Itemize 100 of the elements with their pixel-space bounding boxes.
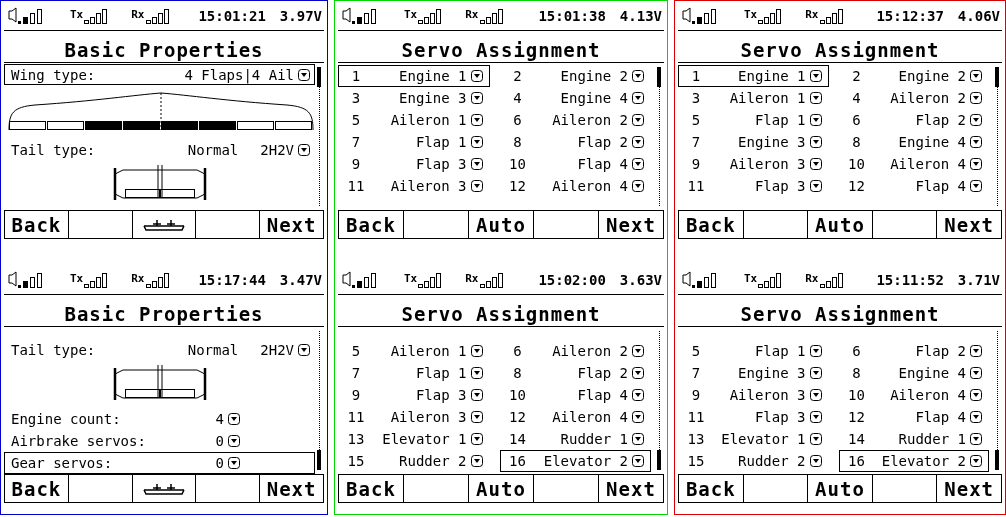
servo-slot[interactable]: 3 Engine 3 (338, 87, 490, 109)
servo-slot[interactable]: 15 Rudder 2 (678, 450, 829, 472)
servo-slot[interactable]: 10 Aileron 4 (838, 384, 989, 406)
dropdown-icon[interactable] (970, 136, 982, 148)
servo-slot[interactable]: 9 Flap 3 (338, 153, 490, 175)
servo-slot[interactable]: 9 Aileron 3 (678, 384, 829, 406)
setting-row[interactable]: Engine count: 4 (4, 408, 315, 430)
dropdown-icon[interactable] (632, 345, 644, 357)
servo-slot[interactable]: 2 Engine 2 (499, 65, 651, 87)
dropdown-icon[interactable] (632, 92, 644, 104)
servo-slot[interactable]: 1 Engine 1 (678, 65, 829, 87)
dropdown-icon[interactable] (470, 411, 483, 423)
dropdown-icon[interactable] (470, 367, 483, 379)
dropdown-icon[interactable] (632, 70, 644, 82)
dropdown-icon[interactable] (970, 455, 982, 467)
servo-slot[interactable]: 7 Engine 3 (678, 362, 829, 384)
servo-slot[interactable]: 8 Engine 4 (838, 131, 989, 153)
setting-row[interactable]: Tail type: Normal 2H2V (4, 139, 315, 160)
dropdown-icon[interactable] (970, 433, 982, 445)
dropdown-icon[interactable] (632, 455, 644, 467)
servo-slot[interactable]: 13 Elevator 1 (338, 428, 490, 450)
servo-slot[interactable]: 14 Rudder 1 (499, 428, 651, 450)
servo-slot[interactable]: 16 Elevator 2 (838, 450, 989, 472)
dropdown-icon[interactable] (470, 345, 483, 357)
dropdown-icon[interactable] (970, 114, 982, 126)
dropdown-icon[interactable] (470, 70, 483, 82)
servo-slot[interactable]: 7 Engine 3 (678, 131, 829, 153)
dropdown-icon[interactable] (970, 158, 982, 170)
dropdown-icon[interactable] (470, 433, 483, 445)
dropdown-icon[interactable] (809, 158, 822, 170)
dropdown-icon[interactable] (298, 68, 310, 81)
dropdown-icon[interactable] (970, 389, 982, 401)
dropdown-icon[interactable] (809, 92, 822, 104)
servo-slot[interactable]: 12 Flap 4 (838, 406, 989, 428)
dropdown-icon[interactable] (632, 158, 644, 170)
servo-slot[interactable]: 5 Aileron 1 (338, 340, 490, 362)
servo-slot[interactable]: 7 Flap 1 (338, 362, 490, 384)
dropdown-icon[interactable] (632, 367, 644, 379)
scrollbar-thumb[interactable] (657, 450, 661, 470)
dropdown-icon[interactable] (632, 136, 644, 148)
dropdown-icon[interactable] (228, 413, 240, 425)
servo-slot[interactable]: 6 Flap 2 (838, 109, 989, 131)
dropdown-icon[interactable] (809, 411, 822, 423)
dropdown-icon[interactable] (809, 114, 822, 126)
servo-slot[interactable]: 4 Aileron 2 (838, 87, 989, 109)
servo-slot[interactable]: 6 Aileron 2 (499, 109, 651, 131)
dropdown-icon[interactable] (632, 411, 644, 423)
scrollbar-thumb[interactable] (995, 67, 999, 87)
servo-slot[interactable]: 4 Engine 4 (499, 87, 651, 109)
dropdown-icon[interactable] (809, 367, 822, 379)
dropdown-icon[interactable] (809, 455, 822, 467)
servo-slot[interactable]: 12 Aileron 4 (499, 175, 651, 197)
dropdown-icon[interactable] (632, 433, 644, 445)
servo-slot[interactable]: 5 Aileron 1 (338, 109, 490, 131)
servo-slot[interactable]: 7 Flap 1 (338, 131, 490, 153)
servo-slot[interactable]: 11 Aileron 3 (338, 175, 490, 197)
dropdown-icon[interactable] (632, 389, 644, 401)
dropdown-icon[interactable] (809, 345, 822, 357)
scrollbar-thumb[interactable] (657, 67, 661, 87)
scrollbar-thumb[interactable] (995, 450, 999, 470)
servo-slot[interactable]: 11 Flap 3 (678, 175, 829, 197)
dropdown-icon[interactable] (809, 433, 822, 445)
servo-slot[interactable]: 5 Flap 1 (678, 109, 829, 131)
servo-slot[interactable]: 11 Flap 3 (678, 406, 829, 428)
dropdown-icon[interactable] (470, 158, 483, 170)
servo-slot[interactable]: 12 Aileron 4 (499, 406, 651, 428)
dropdown-icon[interactable] (228, 435, 240, 447)
scrollbar-thumb[interactable] (317, 450, 321, 470)
dropdown-icon[interactable] (298, 143, 310, 156)
servo-slot[interactable]: 5 Flap 1 (678, 340, 829, 362)
servo-slot[interactable]: 3 Aileron 1 (678, 87, 829, 109)
servo-slot[interactable]: 16 Elevator 2 (499, 450, 651, 472)
setting-row[interactable]: Airbrake servos: 0 (4, 430, 315, 452)
dropdown-icon[interactable] (470, 180, 483, 192)
setting-row[interactable]: Gear servos: 0 (4, 452, 315, 474)
servo-slot[interactable]: 11 Aileron 3 (338, 406, 490, 428)
dropdown-icon[interactable] (970, 70, 982, 82)
servo-slot[interactable]: 10 Aileron 4 (838, 153, 989, 175)
setting-row[interactable]: Wing type: 4 Flaps|4 Ail (4, 64, 315, 85)
scrollbar-thumb[interactable] (317, 67, 321, 87)
servo-slot[interactable]: 2 Engine 2 (838, 65, 989, 87)
setting-row[interactable]: Tail type: Normal 2H2V (4, 339, 315, 360)
servo-slot[interactable]: 9 Flap 3 (338, 384, 490, 406)
dropdown-icon[interactable] (809, 389, 822, 401)
servo-slot[interactable]: 14 Rudder 1 (838, 428, 989, 450)
dropdown-icon[interactable] (470, 389, 483, 401)
dropdown-icon[interactable] (298, 343, 310, 356)
dropdown-icon[interactable] (809, 180, 822, 192)
servo-slot[interactable]: 1 Engine 1 (338, 65, 490, 87)
servo-slot[interactable]: 12 Flap 4 (838, 175, 989, 197)
dropdown-icon[interactable] (809, 136, 822, 148)
dropdown-icon[interactable] (970, 411, 982, 423)
servo-slot[interactable]: 8 Flap 2 (499, 362, 651, 384)
servo-slot[interactable]: 8 Flap 2 (499, 131, 651, 153)
dropdown-icon[interactable] (470, 114, 483, 126)
dropdown-icon[interactable] (632, 114, 644, 126)
dropdown-icon[interactable] (632, 180, 644, 192)
dropdown-icon[interactable] (970, 367, 982, 379)
servo-slot[interactable]: 6 Flap 2 (838, 340, 989, 362)
servo-slot[interactable]: 10 Flap 4 (499, 153, 651, 175)
